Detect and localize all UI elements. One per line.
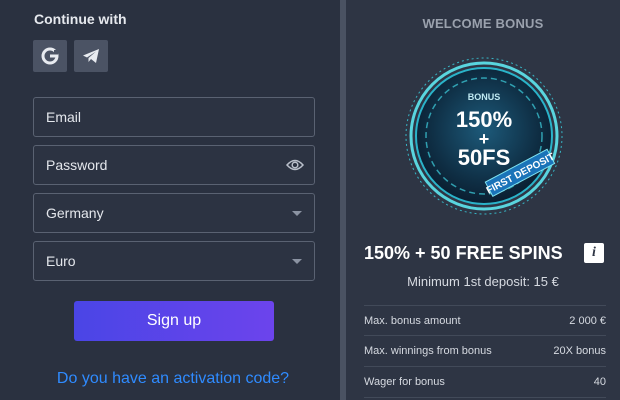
email-input[interactable]	[34, 98, 276, 136]
google-icon	[41, 47, 59, 65]
country-value: Germany	[46, 205, 104, 221]
show-password-icon[interactable]	[286, 158, 304, 172]
bonus-detail-row: Max. winnings from bonus 20X bonus	[364, 336, 606, 367]
currency-value: Euro	[46, 253, 76, 269]
chevron-down-icon	[292, 210, 302, 216]
badge-small-text: BONUS	[468, 92, 501, 102]
sign-up-button[interactable]: Sign up	[74, 301, 274, 341]
country-select[interactable]: Germany	[33, 193, 315, 233]
row-value: 40	[593, 376, 606, 388]
google-login-button[interactable]	[33, 40, 67, 72]
chevron-down-icon	[292, 258, 302, 264]
row-label: Wager for bonus	[364, 376, 445, 388]
bonus-badge-image: BONUS 150% + 50FS FIRST DEPOSIT	[405, 57, 563, 215]
badge-spins-text: 50FS	[458, 145, 511, 170]
password-field[interactable]	[33, 145, 315, 185]
continue-with-title: Continue with	[34, 11, 127, 27]
offer-title: 150% + 50 FREE SPINS	[364, 243, 563, 263]
row-value: 2 000 €	[569, 314, 606, 327]
info-icon[interactable]: i	[584, 243, 604, 263]
email-field[interactable]	[33, 97, 315, 137]
row-value: 20X bonus	[553, 345, 606, 357]
bonus-detail-row: Max. bonus amount 2 000 €	[364, 305, 606, 336]
currency-select[interactable]: Euro	[33, 241, 315, 281]
signup-form-panel: Continue with Germany Euro Sign up Do yo…	[0, 0, 340, 400]
activation-code-link[interactable]: Do you have an activation code?	[0, 370, 346, 388]
row-label: Max. winnings from bonus	[364, 345, 492, 357]
telegram-icon	[83, 49, 99, 63]
telegram-login-button[interactable]	[74, 40, 108, 72]
row-label: Max. bonus amount	[364, 314, 461, 327]
welcome-bonus-title: WELCOME BONUS	[422, 16, 544, 31]
password-input[interactable]	[34, 146, 276, 184]
minimum-deposit-text: Minimum 1st deposit: 15 €	[407, 274, 559, 289]
welcome-bonus-panel: WELCOME BONUS BONUS 150% + 50FS FIRST DE…	[346, 0, 620, 400]
bonus-detail-row: Wager for bonus 40	[364, 367, 606, 398]
